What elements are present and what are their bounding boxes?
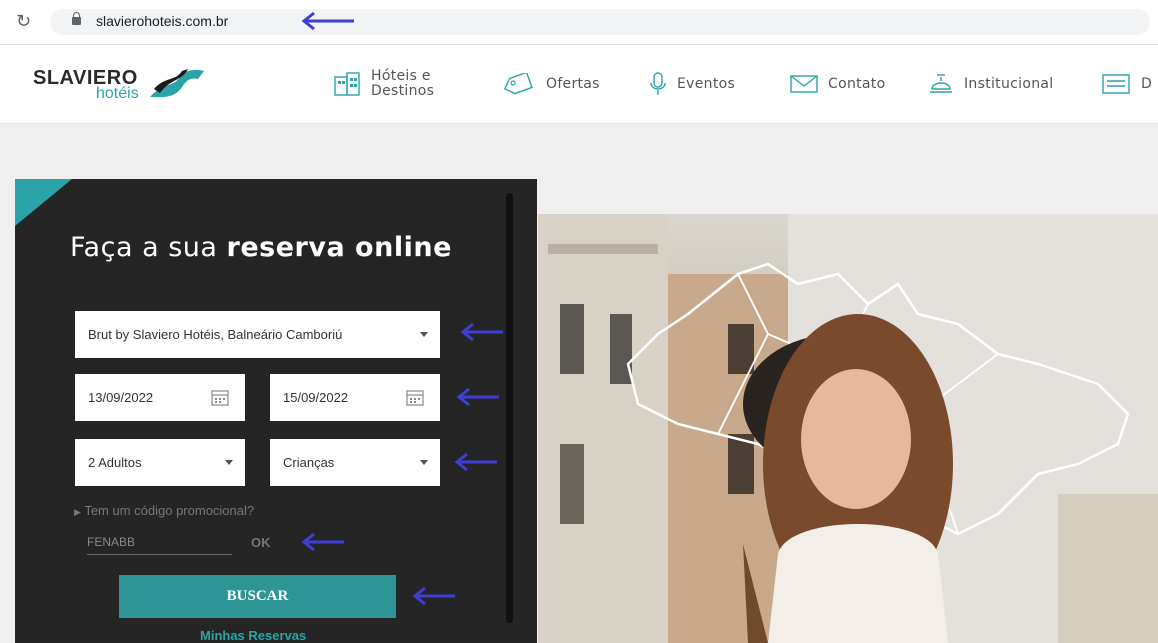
- nav-label: Ofertas: [546, 76, 600, 92]
- children-select-value: Crianças: [283, 455, 335, 470]
- hotel-select-value: Brut by Slaviero Hotéis, Balneário Cambo…: [88, 327, 343, 342]
- microphone-icon: [649, 71, 667, 97]
- promo-code-input[interactable]: [87, 530, 232, 555]
- panel-scrollbar[interactable]: [506, 193, 513, 623]
- promo-toggle-label: Tem um código promocional?: [84, 503, 255, 518]
- calendar-icon[interactable]: [406, 388, 424, 406]
- nav-more[interactable]: D: [1101, 45, 1152, 123]
- booking-heading: Faça a sua reserva online: [70, 232, 452, 263]
- promo-code-toggle[interactable]: ▶ Tem um código promocional?: [74, 503, 254, 518]
- browser-address-bar: ↻ slavierohoteis.com.br: [0, 0, 1158, 45]
- checkin-date-field[interactable]: 13/09/2022: [75, 374, 245, 421]
- tag-icon: [502, 73, 536, 95]
- url-text[interactable]: slavierohoteis.com.br: [96, 13, 228, 29]
- chevron-down-icon: [420, 460, 428, 465]
- nav-institutional[interactable]: Institucional: [928, 45, 1053, 123]
- adults-select[interactable]: 2 Adultos: [75, 439, 245, 486]
- hero-image: [538, 214, 1158, 643]
- lock-icon[interactable]: [72, 12, 81, 25]
- nav-events[interactable]: Eventos: [649, 45, 735, 123]
- my-bookings-link[interactable]: Minhas Reservas: [200, 628, 306, 643]
- annotation-arrow-icon: [412, 586, 455, 606]
- nav-label: Hóteis e Destinos: [371, 68, 435, 99]
- site-header: SLAVIERO hotéis Hóteis e Destinos Oferta…: [0, 45, 1158, 124]
- annotation-arrow-icon: [301, 532, 344, 552]
- search-button[interactable]: BUSCAR: [119, 575, 396, 618]
- nav-offers[interactable]: Ofertas: [502, 45, 600, 123]
- nav-hotels-destinations[interactable]: Hóteis e Destinos: [333, 45, 434, 123]
- chevron-down-icon: [225, 460, 233, 465]
- caret-right-icon: ▶: [74, 507, 81, 517]
- nav-contact[interactable]: Contato: [790, 45, 885, 123]
- annotation-arrow-icon: [460, 322, 503, 342]
- annotation-arrow-icon: [301, 11, 354, 31]
- promo-ok-button[interactable]: OK: [251, 535, 271, 550]
- document-icon: [1101, 73, 1131, 95]
- nav-label: Contato: [828, 76, 886, 92]
- heading-light: Faça a sua: [70, 232, 227, 263]
- nav-label: D: [1141, 76, 1153, 92]
- brand-sub[interactable]: hotéis: [96, 85, 139, 103]
- checkout-date-value: 15/09/2022: [283, 390, 349, 405]
- heading-bold: reserva online: [226, 232, 452, 263]
- panel-corner-accent: [15, 179, 72, 226]
- building-icon: [333, 71, 361, 97]
- chevron-down-icon: [420, 332, 428, 337]
- envelope-icon: [790, 75, 818, 93]
- brand-logo-icon[interactable]: [148, 67, 206, 101]
- hotel-select[interactable]: Brut by Slaviero Hotéis, Balneário Cambo…: [75, 311, 440, 358]
- hero-illustration: [538, 214, 1158, 643]
- bell-icon: [928, 71, 954, 97]
- annotation-arrow-icon: [454, 452, 497, 472]
- calendar-icon[interactable]: [211, 388, 229, 406]
- annotation-arrow-icon: [456, 387, 499, 407]
- nav-label: Eventos: [677, 76, 736, 92]
- checkin-date-value: 13/09/2022: [88, 390, 154, 405]
- nav-label: Institucional: [964, 76, 1054, 92]
- reload-icon[interactable]: ↻: [16, 11, 31, 32]
- checkout-date-field[interactable]: 15/09/2022: [270, 374, 440, 421]
- children-select[interactable]: Crianças: [270, 439, 440, 486]
- adults-select-value: 2 Adultos: [88, 455, 142, 470]
